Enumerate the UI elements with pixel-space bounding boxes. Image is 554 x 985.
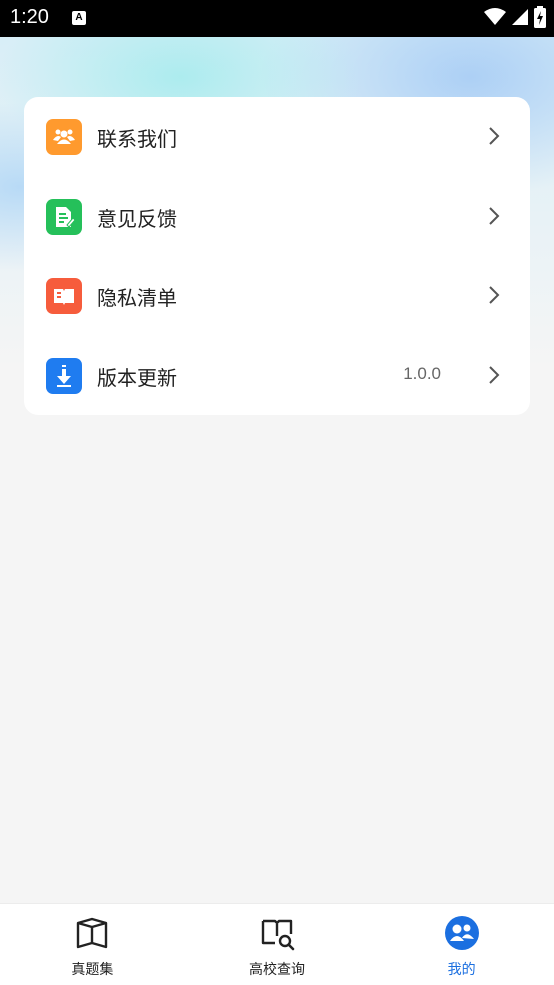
menu-item-feedback[interactable]: 意见反馈 bbox=[24, 177, 530, 257]
tab-label: 高校查询 bbox=[249, 962, 305, 978]
menu-item-label: 隐私清单 bbox=[97, 286, 177, 310]
menu-item-label: 意见反馈 bbox=[97, 206, 177, 231]
notification-icon: A bbox=[72, 11, 86, 25]
book-icon bbox=[77, 917, 108, 949]
menu-item-label: 版本更新 bbox=[97, 365, 177, 390]
contact-icon bbox=[46, 119, 82, 155]
tab-college-search[interactable]: 高校查询 bbox=[185, 904, 370, 985]
chevron-right-icon bbox=[489, 127, 500, 145]
settings-card: 联系我们 意见反馈 隐私清单 版本更新 1.0.0 bbox=[24, 97, 530, 415]
tab-label: 真题集 bbox=[71, 962, 114, 978]
download-icon bbox=[46, 357, 82, 394]
status-time: 1:20 bbox=[10, 6, 49, 28]
profile-icon bbox=[444, 916, 479, 950]
battery-icon bbox=[534, 6, 546, 28]
chevron-right-icon bbox=[489, 365, 500, 384]
status-bar: 1:20 A bbox=[0, 0, 554, 37]
chevron-right-icon bbox=[489, 286, 500, 304]
menu-item-contact[interactable]: 联系我们 bbox=[24, 97, 530, 177]
tab-profile[interactable]: 我的 bbox=[369, 904, 554, 985]
menu-item-privacy[interactable]: 隐私清单 bbox=[24, 256, 530, 336]
book-search-icon bbox=[261, 919, 295, 951]
status-icons bbox=[484, 6, 546, 28]
cell-signal-icon bbox=[512, 9, 528, 25]
chevron-right-icon bbox=[489, 206, 500, 225]
bottom-tab-bar: 真题集 高校查询 我的 bbox=[0, 903, 554, 985]
menu-item-label: 联系我们 bbox=[97, 127, 177, 151]
tab-questions[interactable]: 真题集 bbox=[0, 904, 185, 985]
version-value: 1.0.0 bbox=[403, 363, 441, 383]
menu-item-version-update[interactable]: 版本更新 1.0.0 bbox=[24, 336, 530, 416]
wifi-icon bbox=[484, 8, 506, 25]
feedback-icon bbox=[46, 198, 82, 235]
privacy-icon bbox=[46, 278, 82, 314]
tab-label: 我的 bbox=[447, 962, 476, 978]
